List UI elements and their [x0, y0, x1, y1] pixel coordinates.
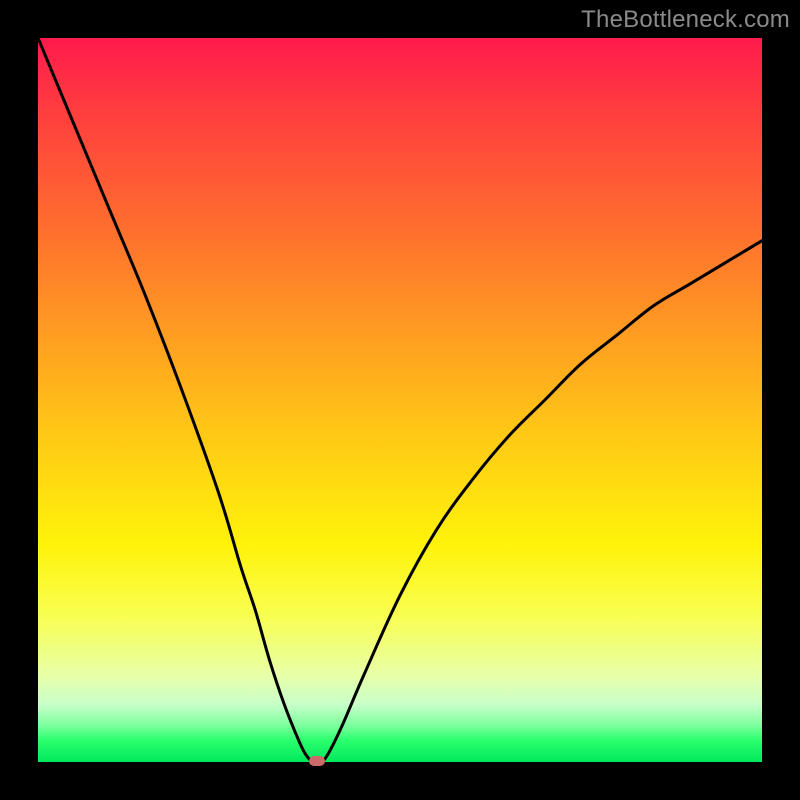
watermark-text: TheBottleneck.com — [581, 6, 790, 34]
min-marker — [309, 756, 325, 766]
bottleneck-curve — [38, 38, 762, 762]
chart-frame: TheBottleneck.com — [0, 0, 800, 800]
plot-area — [38, 38, 762, 762]
